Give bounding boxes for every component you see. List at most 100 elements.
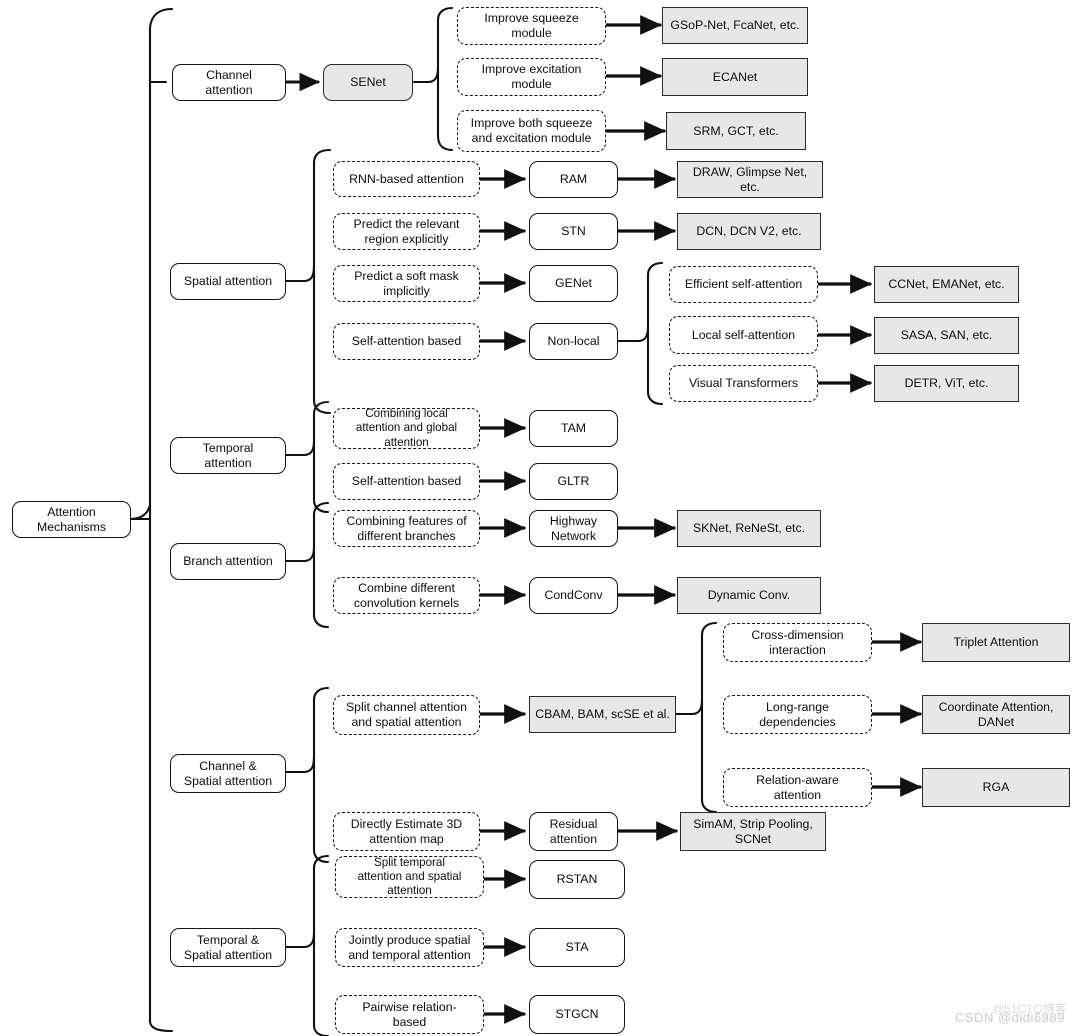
category-channel-attention[interactable]: Channel attention xyxy=(172,64,286,101)
strategy-label: Predict a soft mask implicitly xyxy=(354,268,459,298)
example-simam-strip-pooling-scnet[interactable]: SimAM, Strip Pooling, SCNet xyxy=(680,812,826,851)
example-draw-glimpse-net[interactable]: DRAW, Glimpse Net, etc. xyxy=(677,161,823,198)
example-dcn[interactable]: DCN, DCN V2, etc. xyxy=(677,213,821,250)
category-label: Channel attention xyxy=(205,67,253,97)
strategy-local-self-attention[interactable]: Local self-attention xyxy=(669,316,818,354)
category-label: Spatial attention xyxy=(183,274,273,288)
category-label: Branch attention xyxy=(183,554,273,568)
example-dynamic-conv[interactable]: Dynamic Conv. xyxy=(677,577,821,614)
strategy-label: Self-attention based xyxy=(351,334,462,348)
strategy-split-channel-spatial-attention[interactable]: Split channel attention and spatial atte… xyxy=(333,695,480,735)
method-stgcn[interactable]: STGCN xyxy=(529,995,625,1034)
strategy-jointly-produce-spatial-temporal[interactable]: Jointly produce spatial and temporal att… xyxy=(335,928,484,967)
method-gltr[interactable]: GLTR xyxy=(529,463,618,500)
strategy-long-range-dependencies[interactable]: Long-range dependencies xyxy=(723,695,872,734)
method-rstan[interactable]: RSTAN xyxy=(529,860,625,899)
watermark-primary: CSDN @didi6989 xyxy=(955,1010,1065,1025)
example-rga[interactable]: RGA xyxy=(922,768,1070,807)
strategy-label: Jointly produce spatial and temporal att… xyxy=(348,932,471,962)
strategy-label: Improve squeeze module xyxy=(484,11,579,40)
method-condconv[interactable]: CondConv xyxy=(529,577,618,614)
example-label: Dynamic Conv. xyxy=(707,588,791,602)
method-senet[interactable]: SENet xyxy=(323,64,413,101)
method-label: STN xyxy=(561,224,586,238)
strategy-improve-both-modules[interactable]: Improve both squeeze and excitation modu… xyxy=(457,110,606,152)
strategy-label: RNN-based attention xyxy=(349,171,464,186)
strategy-directly-estimate-3d-attention-map[interactable]: Directly Estimate 3D attention map xyxy=(333,812,480,851)
strategy-predict-soft-mask[interactable]: Predict a soft mask implicitly xyxy=(333,265,480,302)
strategy-visual-transformers[interactable]: Visual Transformers xyxy=(669,365,818,402)
method-label: RSTAN xyxy=(556,872,598,886)
strategy-label: Improve both squeeze and excitation modu… xyxy=(470,116,593,145)
strategy-self-attention-based-spatial[interactable]: Self-attention based xyxy=(333,323,480,360)
strategy-pairwise-relation-based[interactable]: Pairwise relation- based xyxy=(335,995,484,1034)
example-triplet-attention[interactable]: Triplet Attention xyxy=(922,623,1070,662)
method-ram[interactable]: RAM xyxy=(529,161,618,198)
example-label: SimAM, Strip Pooling, SCNet xyxy=(693,816,813,846)
example-ccnet-emanet[interactable]: CCNet, EMANet, etc. xyxy=(874,266,1019,303)
strategy-improve-squeeze-module[interactable]: Improve squeeze module xyxy=(457,7,606,45)
method-highway-network[interactable]: Highway Network xyxy=(529,510,618,547)
method-sta[interactable]: STA xyxy=(529,928,625,967)
category-spatial-attention[interactable]: Spatial attention xyxy=(170,263,286,300)
category-channel-spatial-attention[interactable]: Channel & Spatial attention xyxy=(170,754,286,793)
example-label: DRAW, Glimpse Net, etc. xyxy=(692,164,808,194)
method-label: Residual attention xyxy=(549,816,598,846)
method-stn[interactable]: STN xyxy=(529,213,618,250)
category-branch-attention[interactable]: Branch attention xyxy=(170,543,286,580)
method-label: STA xyxy=(565,940,589,954)
example-label: SASA, SAN, etc. xyxy=(900,328,993,342)
category-temporal-spatial-attention[interactable]: Temporal & Spatial attention xyxy=(170,928,286,967)
example-label: DCN, DCN V2, etc. xyxy=(696,224,802,238)
example-ecanet[interactable]: ECANet xyxy=(662,58,808,96)
category-label: Temporal & Spatial attention xyxy=(183,932,273,962)
strategy-label: Combine different convolution kernels xyxy=(353,580,460,610)
strategy-combining-features-branches[interactable]: Combining features of different branches xyxy=(333,510,480,547)
method-label: Non-local xyxy=(547,334,600,348)
example-label: DETR, ViT, etc. xyxy=(904,376,989,390)
example-label: Coordinate Attention, DANet xyxy=(938,699,1054,729)
strategy-label: Cross-dimension interaction xyxy=(751,627,844,657)
method-label: TAM xyxy=(560,421,587,435)
example-coordinate-attention-danet[interactable]: Coordinate Attention, DANet xyxy=(922,695,1070,734)
strategy-label: Visual Transformers xyxy=(688,376,799,390)
strategy-cross-dimension-interaction[interactable]: Cross-dimension interaction xyxy=(723,623,872,662)
example-gsopnet-fcanet[interactable]: GSoP-Net, FcaNet, etc. xyxy=(662,7,808,44)
strategy-combine-convolution-kernels[interactable]: Combine different convolution kernels xyxy=(333,577,480,614)
root-node-attention-mechanisms[interactable]: Attention Mechanisms xyxy=(12,501,131,538)
method-tam[interactable]: TAM xyxy=(529,410,618,447)
example-label: GSoP-Net, FcaNet, etc. xyxy=(670,18,800,32)
example-sknet-renest[interactable]: SKNet, ReNeSt, etc. xyxy=(677,510,821,547)
method-genet[interactable]: GENet xyxy=(529,265,618,302)
method-cbam-bam-scse[interactable]: CBAM, BAM, scSE et al. xyxy=(529,696,676,733)
strategy-label: Long-range dependencies xyxy=(759,699,836,729)
example-label: RGA xyxy=(982,780,1010,794)
category-label: Channel & Spatial attention xyxy=(183,758,273,788)
strategy-self-attention-based-temporal[interactable]: Self-attention based xyxy=(333,463,480,500)
strategy-improve-excitation-module[interactable]: Improve excitation module xyxy=(457,58,606,96)
method-non-local[interactable]: Non-local xyxy=(529,323,618,360)
method-label: Highway Network xyxy=(549,513,598,543)
method-label: GLTR xyxy=(557,474,590,488)
category-temporal-attention[interactable]: Temporal attention xyxy=(170,437,286,474)
strategy-predict-relevant-region[interactable]: Predict the relevant region explicitly xyxy=(333,213,480,250)
strategy-label: Predict the relevant region explicitly xyxy=(353,216,460,246)
strategy-rnn-based-attention[interactable]: RNN-based attention xyxy=(333,161,480,197)
strategy-label: Pairwise relation- based xyxy=(362,999,457,1029)
example-label: SKNet, ReNeSt, etc. xyxy=(692,521,806,535)
method-label: GENet xyxy=(555,276,592,290)
strategy-label: Self-attention based xyxy=(351,474,462,488)
example-label: SRM, GCT, etc. xyxy=(693,123,779,138)
example-label: CCNet, EMANet, etc. xyxy=(888,277,1005,291)
strategy-combining-local-global-attention[interactable]: Combining local attention and global att… xyxy=(333,407,480,449)
strategy-relation-aware-attention[interactable]: Relation-aware attention xyxy=(723,768,872,807)
strategy-label: Combining features of different branches xyxy=(346,513,467,543)
example-srm-gct[interactable]: SRM, GCT, etc. xyxy=(666,112,806,150)
strategy-split-temporal-spatial-attention[interactable]: Split temporal attention and spatial att… xyxy=(335,856,484,898)
example-label: ECANet xyxy=(712,69,758,84)
method-label: CondConv xyxy=(544,588,603,602)
example-sasa-san[interactable]: SASA, SAN, etc. xyxy=(874,317,1019,354)
example-detr-vit[interactable]: DETR, ViT, etc. xyxy=(874,365,1019,402)
strategy-efficient-self-attention[interactable]: Efficient self-attention xyxy=(669,266,818,303)
method-residual-attention[interactable]: Residual attention xyxy=(529,812,618,851)
